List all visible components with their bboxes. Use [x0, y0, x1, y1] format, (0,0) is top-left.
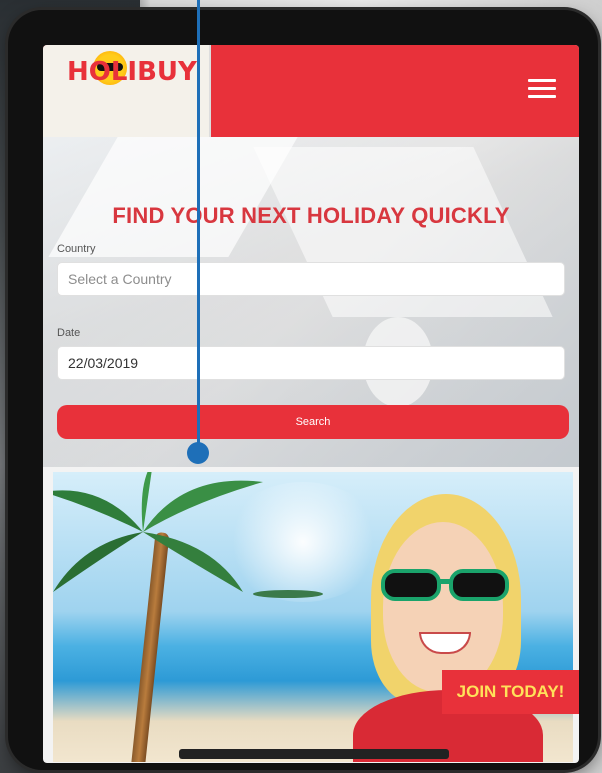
pointer-dot [187, 442, 209, 464]
pointer-line [197, 0, 200, 454]
palm-leaves-icon [53, 472, 263, 592]
tablet-frame: HOLIBUY FIND YOUR NEXT HOLIDAY QUICKLY C… [8, 10, 598, 770]
site-header: HOLIBUY [43, 45, 579, 137]
country-select[interactable]: Select a Country [57, 262, 565, 296]
promo-banner[interactable] [53, 472, 573, 762]
hero-title: FIND YOUR NEXT HOLIDAY QUICKLY [112, 203, 510, 228]
character-face [383, 522, 503, 692]
logo-text: HOLIBUY [67, 57, 197, 87]
logo[interactable]: HOLIBUY [43, 45, 211, 137]
video-controls-bar[interactable] [179, 749, 449, 759]
join-today-button[interactable]: JOIN TODAY! [442, 670, 579, 714]
hamburger-icon [528, 79, 556, 82]
date-label: Date [57, 327, 81, 339]
search-button[interactable]: Search [57, 405, 569, 439]
date-input[interactable]: 22/03/2019 [57, 346, 565, 380]
tablet-screen: HOLIBUY FIND YOUR NEXT HOLIDAY QUICKLY C… [43, 45, 579, 763]
sunglasses-icon [381, 569, 509, 601]
hamburger-icon-bar [528, 87, 556, 90]
hamburger-menu-button[interactable] [528, 79, 556, 99]
hamburger-icon-bar [528, 95, 556, 98]
country-label: Country [57, 243, 96, 255]
